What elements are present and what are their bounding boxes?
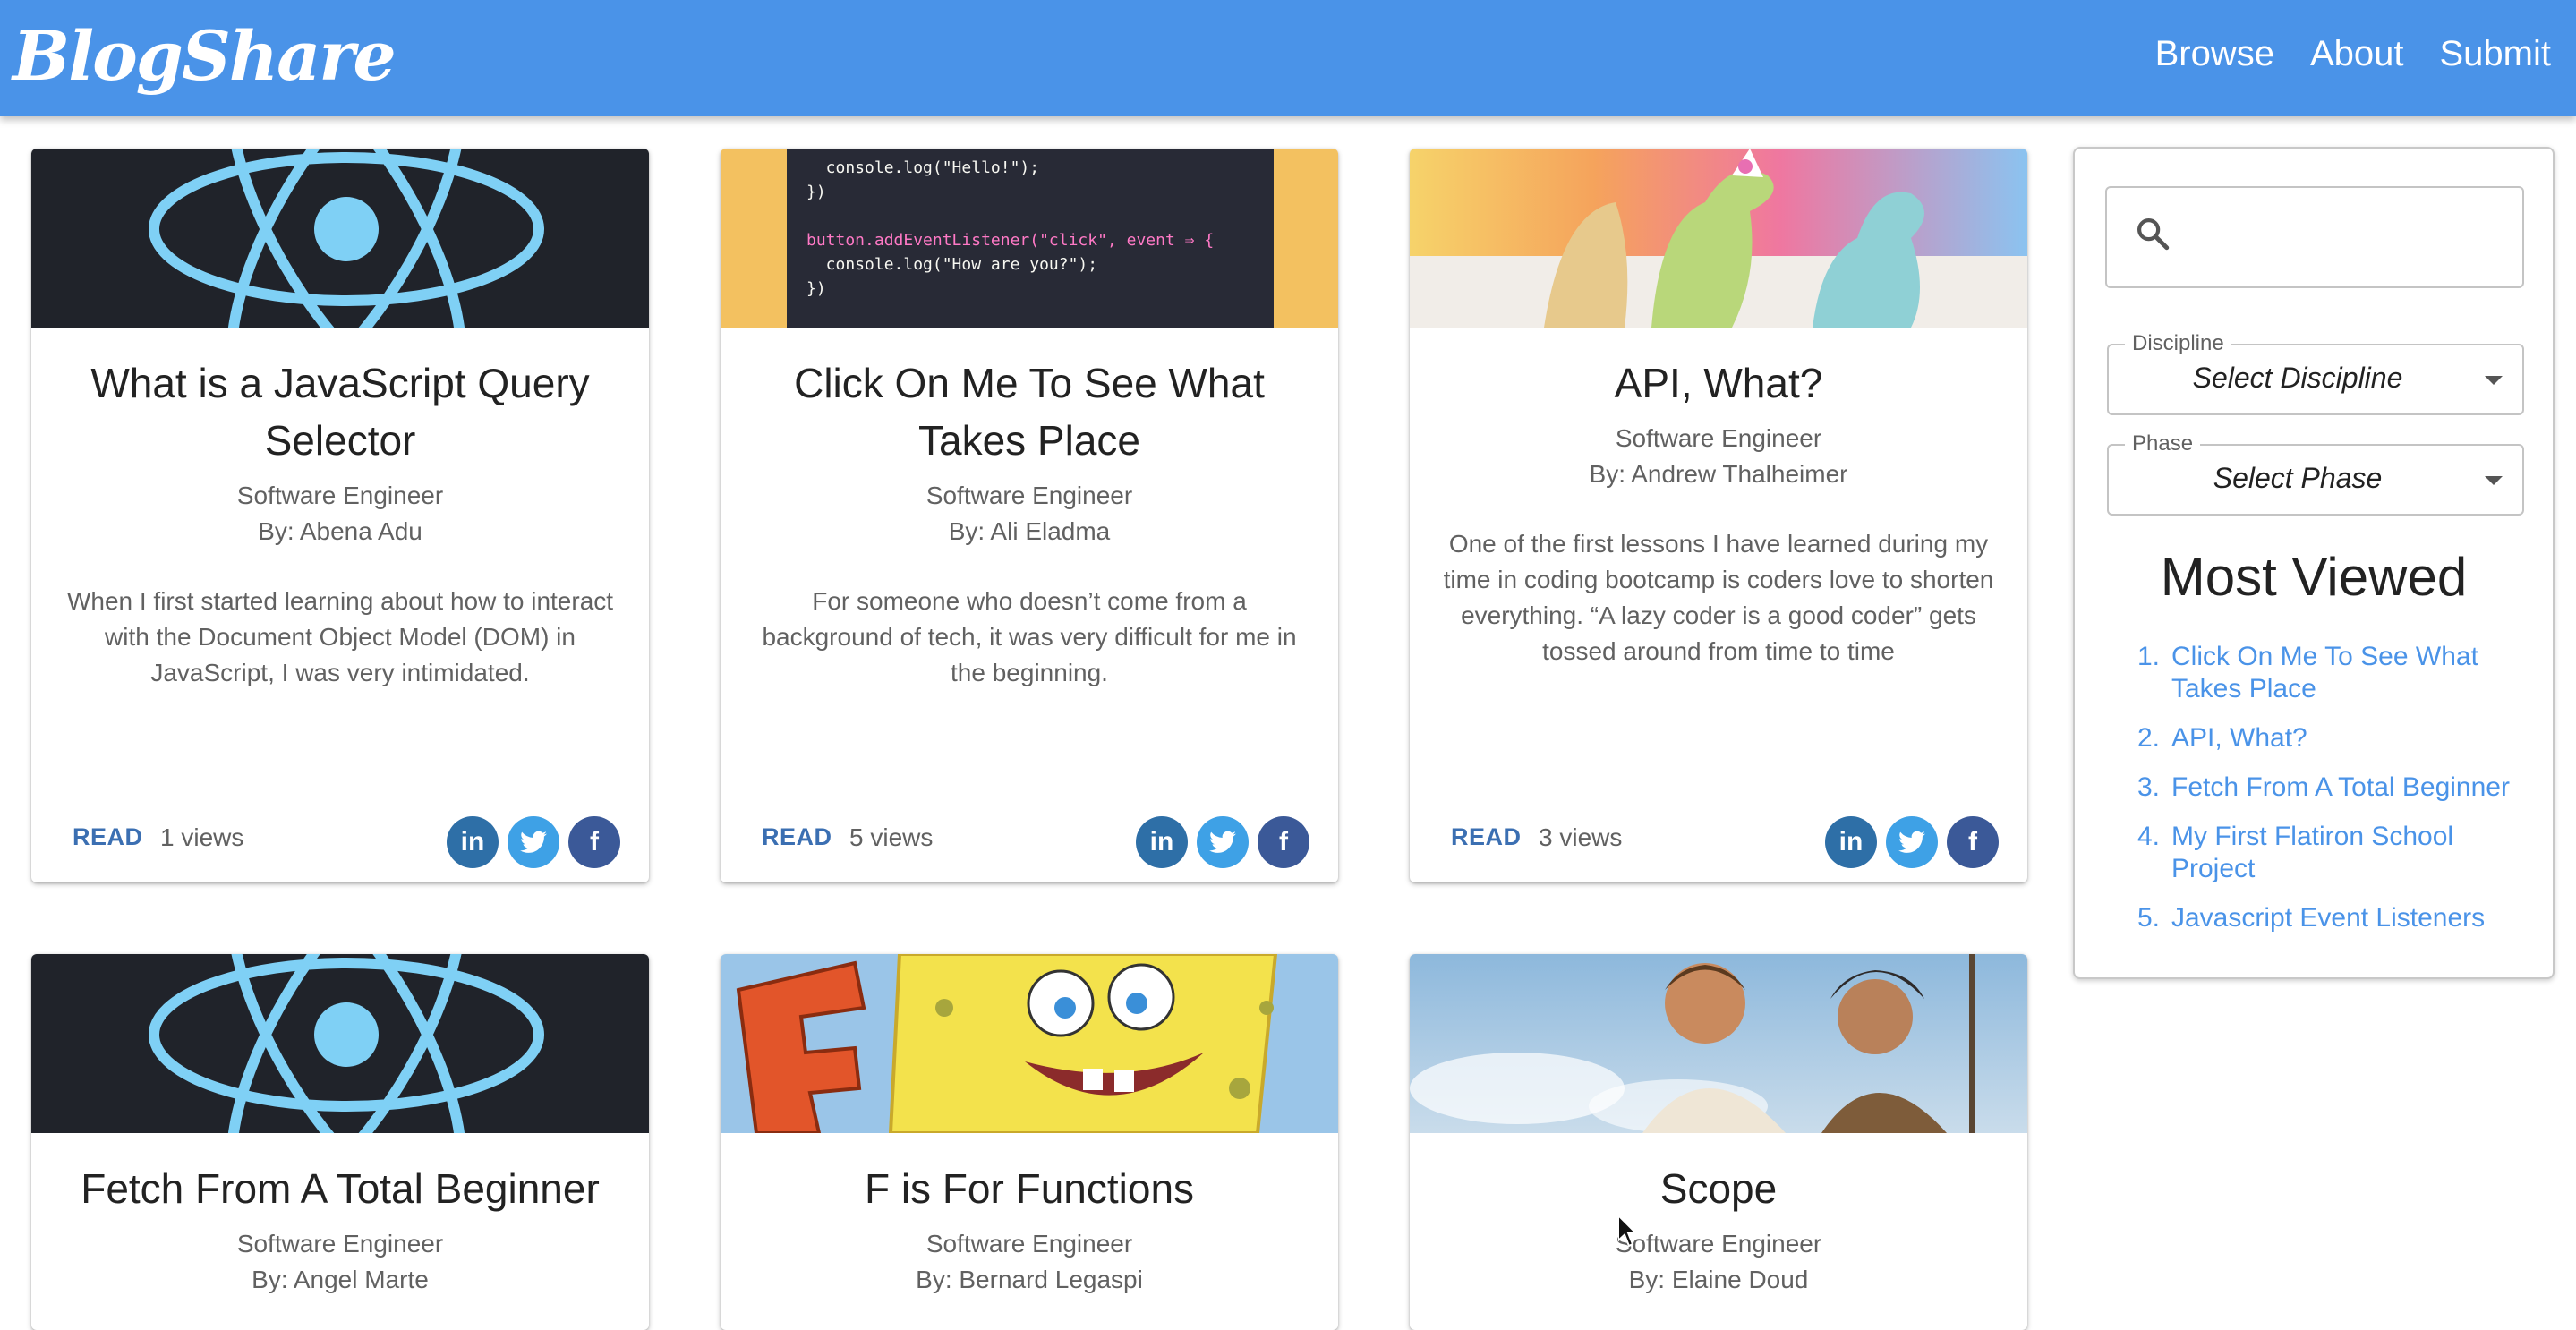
search-input[interactable] [2188, 206, 2504, 270]
phase-label: Phase [2125, 431, 2201, 456]
blog-card: console.log("Hello!");}) button.addEventL… [721, 149, 1338, 882]
most-viewed-link[interactable]: Fetch From A Total Beginner [2171, 772, 2510, 804]
card-image-animated-characters [1410, 954, 2027, 1133]
card-image-code-snippet: console.log("Hello!");}) button.addEventL… [721, 149, 1338, 328]
linkedin-icon[interactable]: in [1136, 816, 1188, 868]
twitter-icon[interactable] [1886, 816, 1938, 868]
share-buttons: in f [1136, 816, 1309, 868]
card-discipline: Software Engineer [236, 482, 444, 509]
code-line: console.log("How are you?"); [806, 255, 1098, 274]
twitter-icon[interactable] [508, 816, 559, 868]
list-number: 2. [2137, 723, 2161, 753]
code-line: button.addEventListener("click", event ⇒… [806, 231, 1215, 250]
card-author: By: Abena Adu [258, 517, 422, 545]
card-discipline: Software Engineer [1615, 1230, 1822, 1258]
card-title[interactable]: API, What? [1410, 328, 2027, 412]
card-discipline: Software Engineer [925, 482, 1133, 509]
most-viewed-link[interactable]: My First Flatiron School Project [2171, 821, 2531, 885]
code-line: console.log("Hello!"); [806, 158, 1040, 177]
discipline-value: Select Discipline [2192, 362, 2403, 394]
blog-card: What is a JavaScript Query Selector Soft… [31, 149, 649, 882]
facebook-icon[interactable]: f [1947, 816, 1999, 868]
list-number: 5. [2137, 903, 2161, 933]
search-icon [2134, 215, 2171, 257]
card-author: By: Angel Marte [252, 1266, 429, 1293]
code-block: console.log("Hello!");}) button.addEventL… [787, 149, 1274, 328]
card-author: By: Bernard Legaspi [916, 1266, 1143, 1293]
twitter-icon[interactable] [1197, 816, 1249, 868]
card-excerpt: When I first started learning about how … [66, 587, 614, 686]
list-number: 4. [2137, 822, 2161, 851]
phase-value: Select Phase [2213, 462, 2383, 494]
list-number: 3. [2137, 772, 2161, 802]
read-button[interactable]: READ [762, 823, 832, 851]
facebook-icon[interactable]: f [1258, 816, 1309, 868]
code-line: }) [806, 279, 826, 298]
card-discipline: Software Engineer [925, 1230, 1133, 1258]
card-title[interactable]: Click On Me To See What Takes Place [721, 328, 1338, 469]
card-title[interactable]: What is a JavaScript Query Selector [31, 328, 649, 469]
card-excerpt: One of the first lessons I have learned … [1443, 530, 1994, 665]
most-viewed-link[interactable]: Click On Me To See What Takes Place [2171, 641, 2531, 705]
blog-card: F is For Functions Software Engineer By:… [721, 954, 1338, 1330]
most-viewed-item[interactable]: 1. Click On Me To See What Takes Place [2137, 641, 2531, 705]
top-nav: Browse About Submit [2155, 34, 2551, 74]
most-viewed-heading: Most Viewed [2160, 547, 2468, 607]
card-actions: READ 1 views in f [31, 800, 649, 882]
card-author: By: Andrew Thalheimer [1589, 460, 1848, 488]
card-author: By: Elaine Doud [1628, 1266, 1809, 1293]
chevron-down-icon [2485, 476, 2503, 485]
most-viewed-link[interactable]: API, What? [2171, 722, 2307, 755]
nav-browse[interactable]: Browse [2155, 34, 2274, 74]
view-count: 3 views [1539, 823, 1623, 851]
card-excerpt: For someone who doesn’t come from a back… [762, 587, 1297, 686]
sidebar-panel: Discipline Select Discipline Phase Selec… [2073, 147, 2555, 979]
card-discipline: Software Engineer [236, 1230, 444, 1258]
most-viewed-link[interactable]: Javascript Event Listeners [2171, 902, 2485, 934]
linkedin-icon[interactable]: in [447, 816, 499, 868]
app-bar: BlogShare Browse About Submit [0, 0, 2576, 116]
code-line: }) [806, 183, 826, 201]
facebook-icon[interactable]: f [568, 816, 620, 868]
card-image-react-logo [31, 149, 649, 328]
card-actions: READ 3 views in f [1410, 800, 2027, 882]
card-image-react-logo [31, 954, 649, 1133]
blog-card: API, What? Software Engineer By: Andrew … [1410, 149, 2027, 882]
card-discipline: Software Engineer [1615, 424, 1822, 452]
read-button[interactable]: READ [73, 823, 143, 851]
search-box[interactable] [2105, 186, 2524, 288]
discipline-select[interactable]: Discipline Select Discipline [2107, 331, 2524, 415]
card-title[interactable]: F is For Functions [721, 1133, 1338, 1217]
mouse-cursor-icon [1617, 1213, 1640, 1252]
share-buttons: in f [447, 816, 620, 868]
discipline-label: Discipline [2125, 331, 2231, 356]
read-button[interactable]: READ [1451, 823, 1522, 851]
most-viewed-item[interactable]: 5. Javascript Event Listeners [2137, 902, 2531, 934]
card-title[interactable]: Fetch From A Total Beginner [31, 1133, 649, 1217]
linkedin-icon[interactable]: in [1825, 816, 1877, 868]
card-actions: READ 5 views in f [721, 800, 1338, 882]
blog-card: Scope Software Engineer By: Elaine Doud [1410, 954, 2027, 1330]
view-count: 5 views [849, 823, 934, 851]
view-count: 1 views [160, 823, 244, 851]
most-viewed-item[interactable]: 4. My First Flatiron School Project [2137, 821, 2531, 885]
phase-select[interactable]: Phase Select Phase [2107, 431, 2524, 516]
blog-card: Fetch From A Total Beginner Software Eng… [31, 954, 649, 1330]
share-buttons: in f [1825, 816, 1999, 868]
card-author: By: Ali Eladma [948, 517, 1111, 545]
card-image-spongebob-f [721, 954, 1338, 1133]
list-number: 1. [2137, 642, 2161, 671]
card-title[interactable]: Scope [1410, 1133, 2027, 1217]
most-viewed-list: 1. Click On Me To See What Takes Place 2… [2137, 641, 2531, 951]
nav-about[interactable]: About [2310, 34, 2404, 74]
card-image-toy-dinosaurs [1410, 149, 2027, 328]
most-viewed-item[interactable]: 3. Fetch From A Total Beginner [2137, 772, 2531, 804]
most-viewed-item[interactable]: 2. API, What? [2137, 722, 2531, 755]
nav-submit[interactable]: Submit [2440, 34, 2552, 74]
chevron-down-icon [2485, 376, 2503, 385]
logo[interactable]: BlogShare [13, 16, 397, 96]
